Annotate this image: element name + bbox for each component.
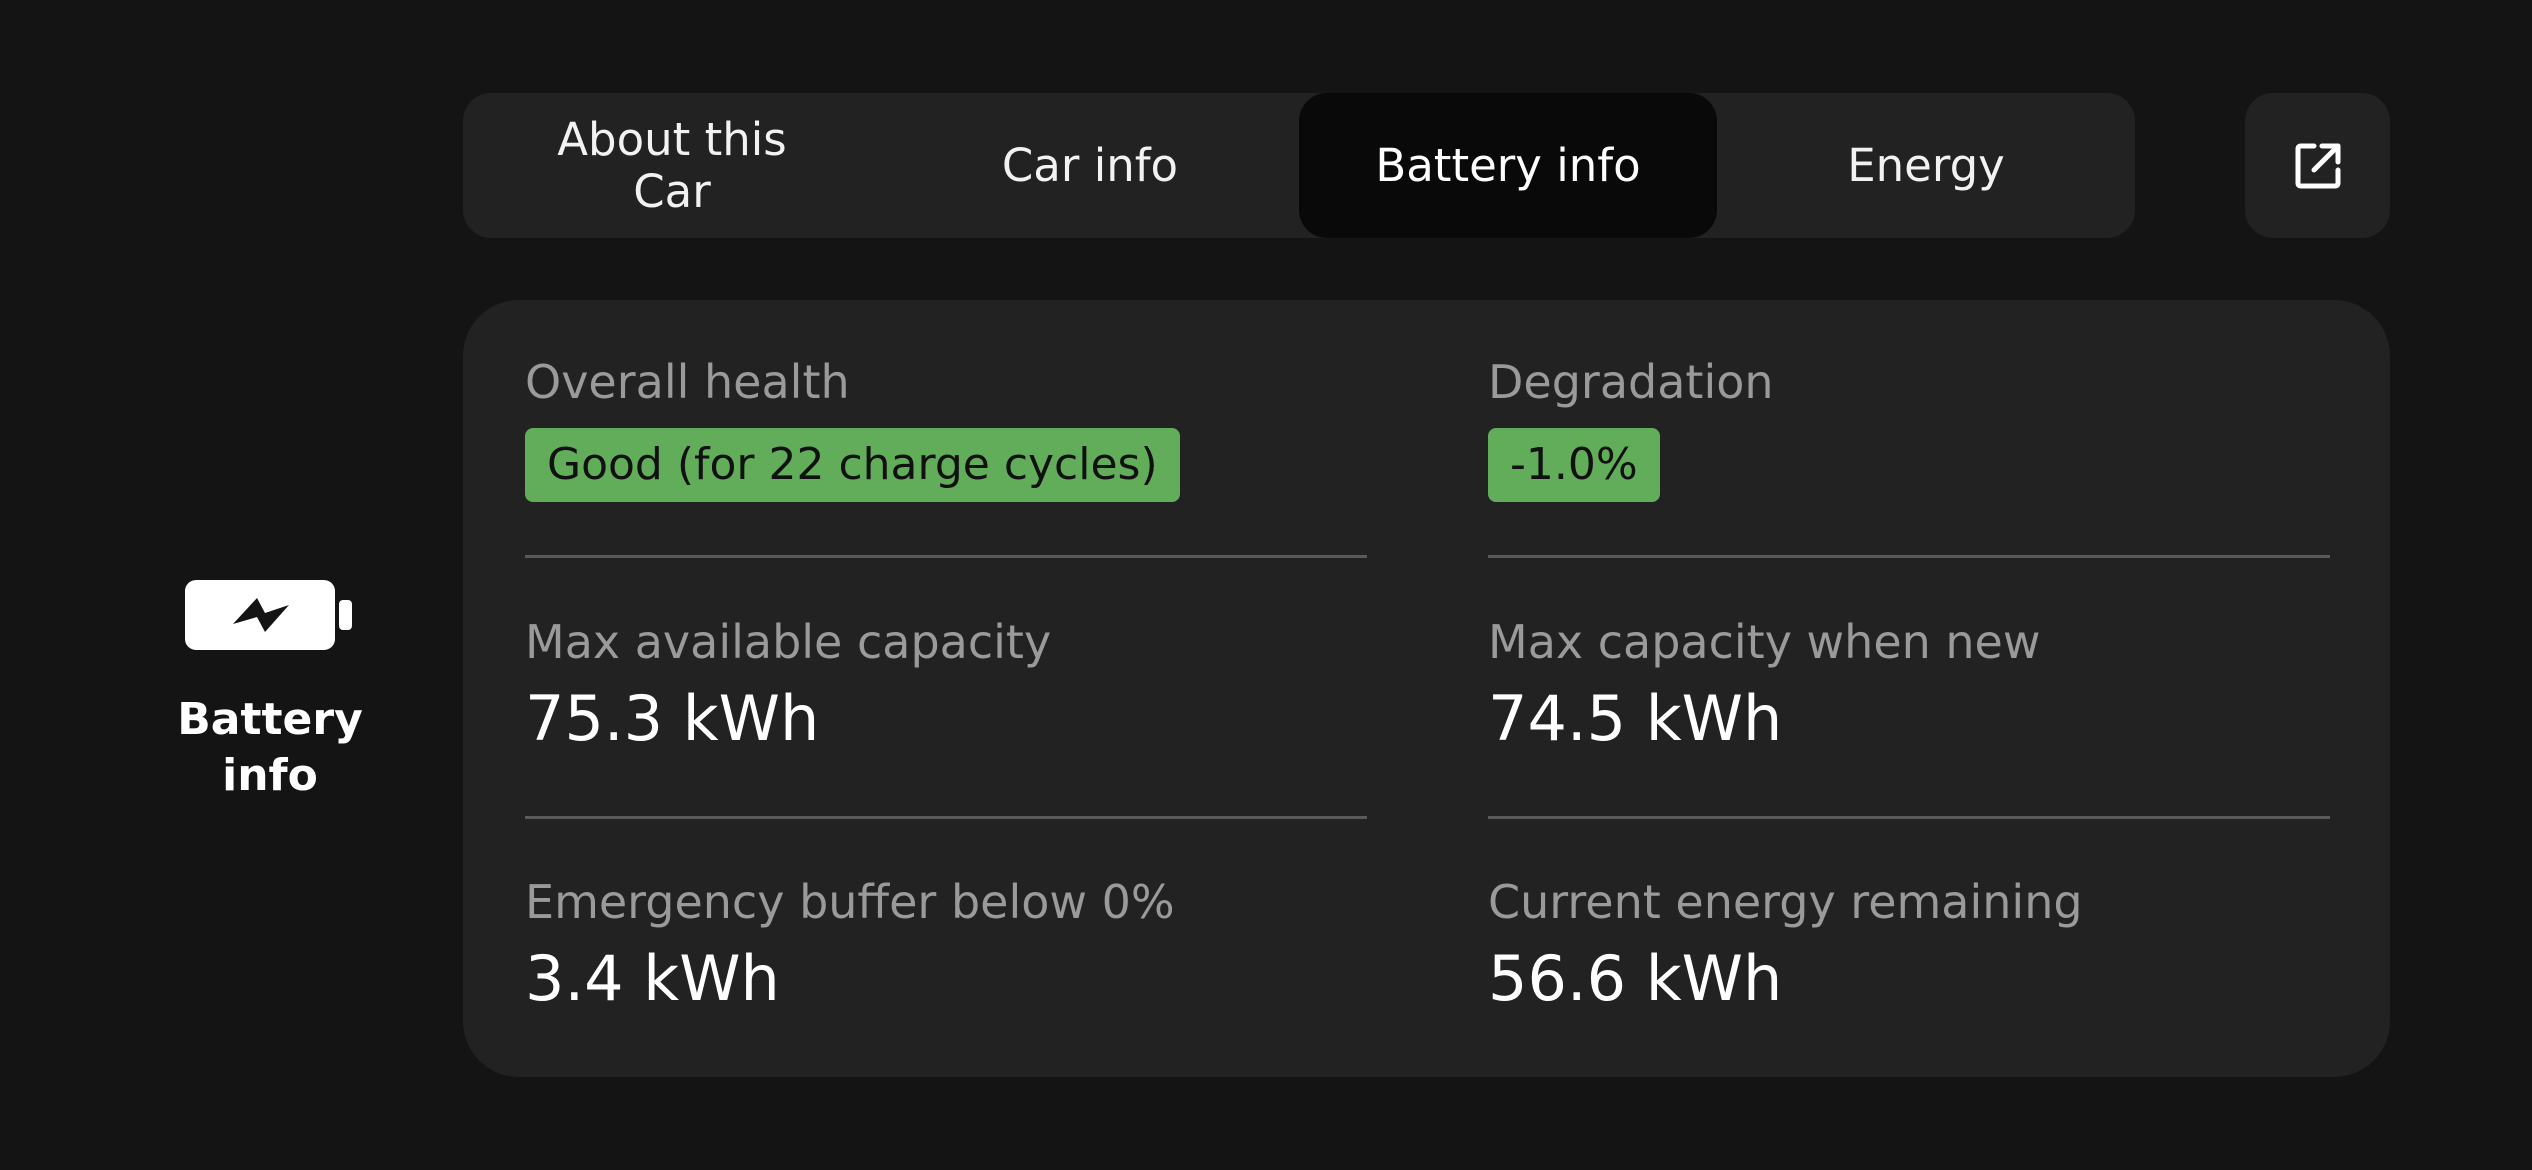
tab-energy[interactable]: Energy <box>1717 93 2135 238</box>
max-available-capacity-label: Max available capacity <box>525 615 1052 669</box>
battery-info-label: Battery info <box>177 694 363 801</box>
tab-bar: About this Car Car info Battery info Ene… <box>463 93 2135 238</box>
overall-health: Overall health Good (for 22 charge cycle… <box>525 352 1367 502</box>
tab-label: Energy <box>1847 138 2005 192</box>
max-available-capacity-value: 75.3 kWh <box>525 682 820 755</box>
current-energy-remaining-value: 56.6 kWh <box>1488 942 1783 1015</box>
divider <box>1488 555 2330 558</box>
max-available-capacity: Max available capacity 75.3 kWh <box>525 612 1367 754</box>
overall-health-badge: Good (for 22 charge cycles) <box>525 428 1180 502</box>
tab-car-info[interactable]: Car info <box>881 93 1299 238</box>
max-capacity-when-new-value: 74.5 kWh <box>1488 682 1783 755</box>
current-energy-remaining-label: Current energy remaining <box>1488 875 2083 929</box>
max-capacity-when-new: Max capacity when new 74.5 kWh <box>1488 612 2330 754</box>
divider <box>525 816 1367 819</box>
open-external-icon <box>2295 143 2340 188</box>
tab-about-this-car[interactable]: About this Car <box>463 93 881 238</box>
divider <box>525 555 1367 558</box>
divider <box>1488 816 2330 819</box>
battery-info-badge: Battery info <box>150 580 390 804</box>
overall-health-label: Overall health <box>525 355 850 409</box>
tab-label: Car info <box>1001 138 1179 192</box>
emergency-buffer: Emergency buffer below 0% 3.4 kWh <box>525 872 1367 1014</box>
tab-label: About this Car <box>557 112 787 218</box>
tab-battery-info[interactable]: Battery info <box>1299 93 1717 238</box>
degradation: Degradation -1.0% <box>1488 352 2330 502</box>
degradation-badge: -1.0% <box>1488 428 1660 502</box>
degradation-label: Degradation <box>1488 355 1774 409</box>
battery-charging-icon <box>185 580 352 650</box>
emergency-buffer-label: Emergency buffer below 0% <box>525 875 1175 929</box>
open-external-button[interactable] <box>2245 93 2390 238</box>
emergency-buffer-value: 3.4 kWh <box>525 942 780 1015</box>
current-energy-remaining: Current energy remaining 56.6 kWh <box>1488 872 2330 1014</box>
tab-label: Battery info <box>1375 138 1641 192</box>
battery-info-panel: Overall health Good (for 22 charge cycle… <box>463 300 2390 1077</box>
max-capacity-when-new-label: Max capacity when new <box>1488 615 2041 669</box>
